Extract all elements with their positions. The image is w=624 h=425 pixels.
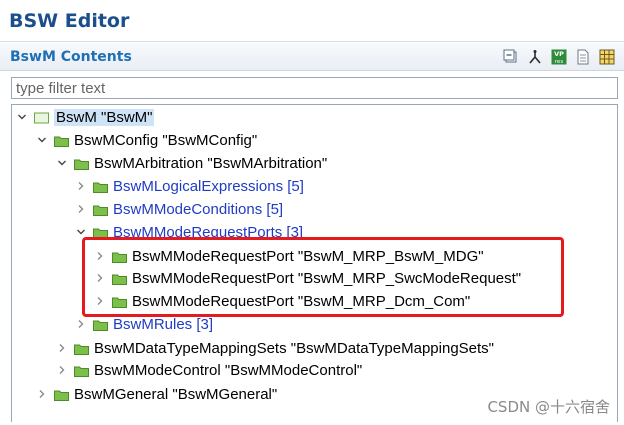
folder-icon (93, 180, 108, 193)
chevron-right-icon[interactable] (36, 388, 48, 400)
chevron-right-icon[interactable] (56, 342, 68, 354)
tree-node-label: BswMModeControl "BswMModeControl" (94, 361, 363, 379)
filter-input[interactable] (11, 77, 618, 99)
chevron-right-icon[interactable] (75, 318, 87, 330)
tree-node-data-type-mapping-sets[interactable]: BswMDataTypeMappingSets "BswMDataTypeMap… (56, 337, 494, 359)
toolbar: VP res (502, 48, 616, 66)
folder-icon (74, 364, 89, 377)
tree-node-label: BswMModeConditions [5] (113, 200, 284, 218)
document-icon[interactable] (574, 48, 592, 66)
vp-res-icon[interactable]: VP res (550, 48, 568, 66)
tree-node-mode-control[interactable]: BswMModeControl "BswMModeControl" (56, 359, 362, 381)
vp-label: VP (554, 50, 564, 58)
chevron-down-icon[interactable] (16, 111, 28, 123)
tree-node-bswmconfig[interactable]: BswMConfig "BswMConfig" (36, 129, 257, 151)
tree-node-label: BswMGeneral "BswMGeneral" (74, 385, 278, 403)
section-header: BswM Contents VP res (0, 43, 624, 71)
section-title: BswM Contents (10, 49, 132, 65)
res-label: res (555, 59, 564, 65)
folder-icon (74, 157, 89, 170)
folder-icon (93, 203, 108, 216)
chevron-right-icon[interactable] (56, 364, 68, 376)
tree-node-general[interactable]: BswMGeneral "BswMGeneral" (36, 383, 277, 405)
tree-node-label: BswMConfig "BswMConfig" (74, 131, 258, 149)
tree-node-logical-expressions[interactable]: BswMLogicalExpressions [5] (75, 175, 304, 197)
tree-node-bswm[interactable]: BswM "BswM" (16, 106, 155, 128)
tree-node-mode-conditions[interactable]: BswMModeConditions [5] (75, 198, 283, 220)
grid-icon[interactable] (598, 48, 616, 66)
folder-icon (54, 134, 69, 147)
tree-node-bswmarbitration[interactable]: BswMArbitration "BswMArbitration" (56, 152, 327, 174)
chevron-down-icon[interactable] (56, 157, 68, 169)
tree-node-label: BswMArbitration "BswMArbitration" (94, 154, 328, 172)
watermark: CSDN @十六宿舍 (487, 398, 610, 416)
tree-node-label: BswMRules [3] (113, 315, 214, 333)
tree-node-label: BswMLogicalExpressions [5] (113, 177, 304, 195)
collapse-all-icon[interactable] (502, 48, 520, 66)
link-icon[interactable] (526, 48, 544, 66)
chevron-right-icon[interactable] (75, 203, 87, 215)
highlight-annotation-box (82, 237, 564, 317)
folder-icon (54, 388, 69, 401)
tree-node-label: BswM "BswM" (54, 108, 155, 126)
editor-title: BSW Editor (9, 10, 130, 32)
folder-icon (93, 318, 108, 331)
chevron-right-icon[interactable] (75, 180, 87, 192)
module-icon (34, 111, 49, 124)
chevron-down-icon[interactable] (36, 134, 48, 146)
filter-field-wrapper (11, 77, 618, 99)
folder-icon (74, 342, 89, 355)
editor-title-bar: BSW Editor (0, 0, 624, 42)
tree-node-label: BswMDataTypeMappingSets "BswMDataTypeMap… (94, 339, 494, 357)
